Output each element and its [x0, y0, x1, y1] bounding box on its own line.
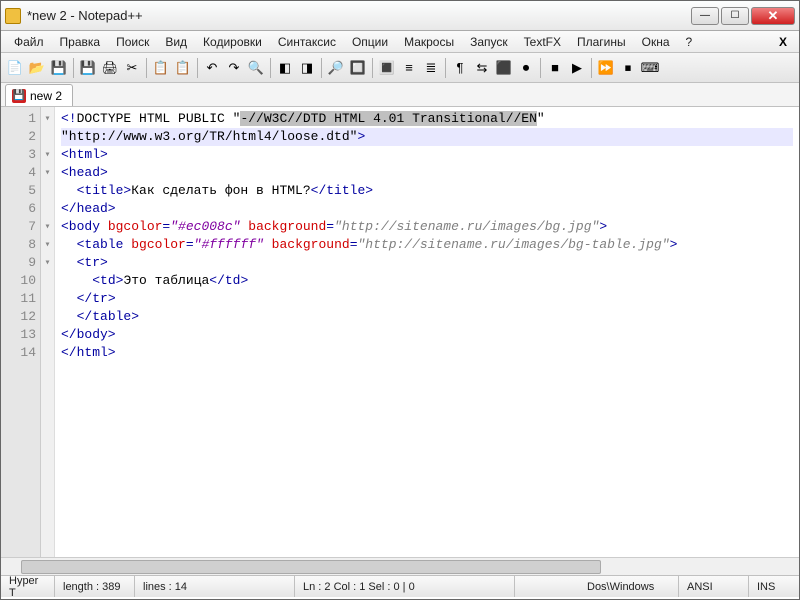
toolbar-btn-3[interactable]: 💾: [78, 58, 98, 78]
toolbar-btn-12[interactable]: ◨: [297, 58, 317, 78]
menu-плагины[interactable]: Плагины: [570, 33, 633, 51]
toolbar-btn-15[interactable]: 🔳: [377, 58, 397, 78]
tab-new-2[interactable]: 💾 new 2: [5, 84, 73, 106]
toolbar-btn-11[interactable]: ◧: [275, 58, 295, 78]
toolbar-btn-21[interactable]: ⏺: [516, 58, 536, 78]
toolbar-separator: [445, 58, 446, 78]
horizontal-scrollbar[interactable]: [1, 557, 799, 575]
menu-окна[interactable]: Окна: [635, 33, 677, 51]
tab-bar: 💾 new 2: [1, 83, 799, 107]
toolbar-btn-7[interactable]: 📋: [173, 58, 193, 78]
menu-bar: ФайлПравкаПоискВидКодировкиСинтаксисОпци…: [1, 31, 799, 53]
toolbar-btn-5[interactable]: ✂: [122, 58, 142, 78]
status-language: Hyper T: [1, 576, 55, 597]
toolbar-separator: [197, 58, 198, 78]
toolbar-btn-17[interactable]: ≣: [421, 58, 441, 78]
toolbar-btn-23[interactable]: ▶: [567, 58, 587, 78]
toolbar-btn-2[interactable]: 💾: [49, 58, 69, 78]
toolbar: 📄📂💾💾🖨✂📋📋↶↷🔍◧◨🔎🔲🔳≡≣¶⇆⬛⏺■▶⏩⏹⌨: [1, 53, 799, 83]
minimize-button[interactable]: —: [691, 7, 719, 25]
editor-area: 1234567891011121314 ▾▾▾▾▾▾ <!DOCTYPE HTM…: [1, 107, 799, 557]
line-number-gutter: 1234567891011121314: [1, 107, 41, 557]
scrollbar-thumb[interactable]: [21, 560, 601, 574]
menu-textfx[interactable]: TextFX: [517, 33, 568, 51]
status-encoding: ANSI: [679, 576, 749, 597]
toolbar-btn-26[interactable]: ⌨: [640, 58, 660, 78]
close-button[interactable]: ✕: [751, 7, 795, 25]
toolbar-btn-20[interactable]: ⬛: [494, 58, 514, 78]
toolbar-btn-16[interactable]: ≡: [399, 58, 419, 78]
toolbar-separator: [321, 58, 322, 78]
toolbar-btn-8[interactable]: ↶: [202, 58, 222, 78]
menu-запуск[interactable]: Запуск: [463, 33, 515, 51]
save-dirty-icon: 💾: [12, 89, 26, 103]
toolbar-btn-19[interactable]: ⇆: [472, 58, 492, 78]
toolbar-btn-1[interactable]: 📂: [27, 58, 47, 78]
toolbar-btn-25[interactable]: ⏹: [618, 58, 638, 78]
menu-поиск[interactable]: Поиск: [109, 33, 156, 51]
maximize-button[interactable]: ☐: [721, 7, 749, 25]
menu-?[interactable]: ?: [679, 33, 700, 51]
toolbar-btn-14[interactable]: 🔲: [348, 58, 368, 78]
menu-синтаксис[interactable]: Синтаксис: [271, 33, 343, 51]
window-controls: — ☐ ✕: [691, 7, 795, 25]
menu-файл[interactable]: Файл: [7, 33, 51, 51]
menu-опции[interactable]: Опции: [345, 33, 395, 51]
code-editor[interactable]: <!DOCTYPE HTML PUBLIC "-//W3C//DTD HTML …: [55, 107, 799, 557]
fold-column[interactable]: ▾▾▾▾▾▾: [41, 107, 55, 557]
toolbar-btn-0[interactable]: 📄: [5, 58, 25, 78]
status-eol: Dos\Windows: [579, 576, 679, 597]
menu-вид[interactable]: Вид: [158, 33, 194, 51]
title-bar: *new 2 - Notepad++ — ☐ ✕: [1, 1, 799, 31]
menu-правка[interactable]: Правка: [53, 33, 108, 51]
status-lines: lines : 14: [135, 576, 295, 597]
toolbar-btn-10[interactable]: 🔍: [246, 58, 266, 78]
toolbar-btn-6[interactable]: 📋: [151, 58, 171, 78]
toolbar-btn-13[interactable]: 🔎: [326, 58, 346, 78]
window-title: *new 2 - Notepad++: [27, 8, 691, 23]
menu-close-x[interactable]: X: [779, 35, 793, 49]
toolbar-separator: [73, 58, 74, 78]
toolbar-separator: [146, 58, 147, 78]
app-icon: [5, 8, 21, 24]
toolbar-separator: [372, 58, 373, 78]
toolbar-btn-9[interactable]: ↷: [224, 58, 244, 78]
toolbar-separator: [270, 58, 271, 78]
menu-макросы[interactable]: Макросы: [397, 33, 461, 51]
toolbar-separator: [540, 58, 541, 78]
toolbar-btn-22[interactable]: ■: [545, 58, 565, 78]
status-position: Ln : 2 Col : 1 Sel : 0 | 0: [295, 576, 515, 597]
toolbar-btn-4[interactable]: 🖨: [100, 58, 120, 78]
status-length: length : 389: [55, 576, 135, 597]
toolbar-btn-24[interactable]: ⏩: [596, 58, 616, 78]
status-bar: Hyper T length : 389 lines : 14 Ln : 2 C…: [1, 575, 799, 597]
tab-label: new 2: [30, 89, 62, 103]
menu-кодировки[interactable]: Кодировки: [196, 33, 269, 51]
toolbar-separator: [591, 58, 592, 78]
toolbar-btn-18[interactable]: ¶: [450, 58, 470, 78]
status-insert-mode: INS: [749, 576, 799, 597]
